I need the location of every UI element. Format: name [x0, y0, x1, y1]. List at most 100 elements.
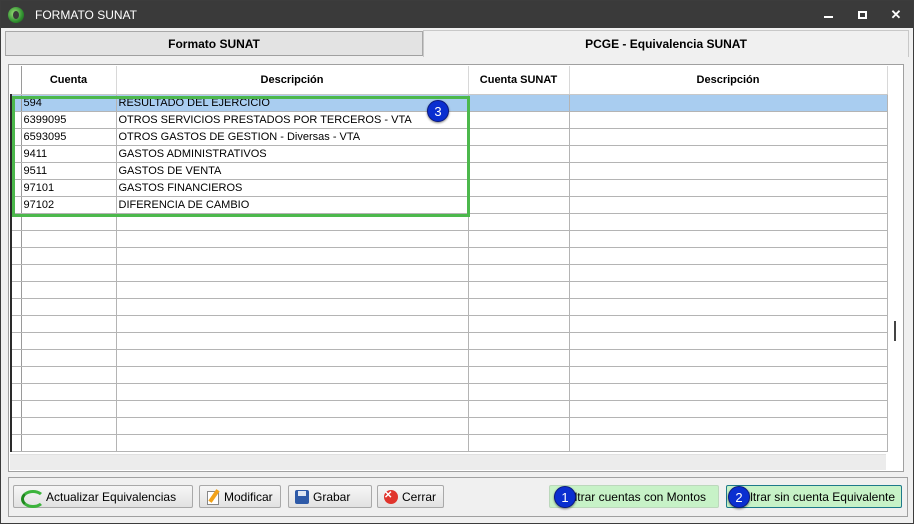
cell-descripcion[interactable]: OTROS SERVICIOS PRESTADOS POR TERCEROS -…	[116, 111, 469, 129]
cell-descripcion-sunat[interactable]	[569, 383, 888, 401]
cell-cuenta-sunat[interactable]	[468, 230, 570, 248]
vertical-scrollbar-thumb[interactable]	[894, 321, 896, 341]
cell-descripcion[interactable]	[116, 264, 469, 282]
row-header[interactable]	[10, 196, 22, 214]
cell-descripcion[interactable]	[116, 315, 469, 333]
row-header[interactable]	[10, 128, 22, 146]
row-header[interactable]	[10, 332, 22, 350]
cell-cuenta-sunat[interactable]	[468, 281, 570, 299]
cell-descripcion[interactable]	[116, 383, 469, 401]
cell-descripcion-sunat[interactable]	[569, 179, 888, 197]
cell-cuenta-sunat[interactable]	[468, 434, 570, 452]
cell-descripcion[interactable]: OTROS GASTOS DE GESTION - Diversas - VTA	[116, 128, 469, 146]
column-header-cuenta-sunat[interactable]: Cuenta SUNAT	[468, 66, 570, 95]
empty-table-row[interactable]	[10, 298, 888, 316]
cell-cuenta-sunat[interactable]	[468, 417, 570, 435]
cell-descripcion[interactable]	[116, 247, 469, 265]
table-row[interactable]: 97102 DIFERENCIA DE CAMBIO	[10, 196, 888, 214]
close-button[interactable]: ✕	[879, 1, 913, 28]
cell-descripcion[interactable]: GASTOS DE VENTA	[116, 162, 469, 180]
cell-descripcion-sunat[interactable]	[569, 128, 888, 146]
cell-cuenta[interactable]: 97101	[21, 179, 117, 197]
cell-descripcion[interactable]	[116, 281, 469, 299]
cell-cuenta[interactable]	[21, 417, 117, 435]
cell-cuenta-sunat[interactable]	[468, 349, 570, 367]
table-row[interactable]: 594 RESULTADO DEL EJERCICIO	[10, 94, 888, 112]
cell-cuenta[interactable]	[21, 434, 117, 452]
empty-table-row[interactable]	[10, 247, 888, 265]
cell-cuenta[interactable]	[21, 383, 117, 401]
cell-cuenta[interactable]	[21, 281, 117, 299]
row-header[interactable]	[10, 111, 22, 129]
cell-descripcion[interactable]: GASTOS ADMINISTRATIVOS	[116, 145, 469, 163]
cell-cuenta[interactable]: 9411	[21, 145, 117, 163]
cell-descripcion[interactable]	[116, 366, 469, 384]
cell-descripcion-sunat[interactable]	[569, 332, 888, 350]
cell-cuenta[interactable]	[21, 315, 117, 333]
empty-table-row[interactable]	[10, 434, 888, 452]
cell-cuenta[interactable]: 6399095	[21, 111, 117, 129]
modificar-button[interactable]: Modificar	[199, 485, 281, 508]
table-row[interactable]: 6399095 OTROS SERVICIOS PRESTADOS POR TER…	[10, 111, 888, 129]
grabar-button[interactable]: Grabar	[288, 485, 372, 508]
cell-descripcion[interactable]	[116, 417, 469, 435]
cell-cuenta-sunat[interactable]	[468, 162, 570, 180]
cell-descripcion[interactable]	[116, 298, 469, 316]
row-header[interactable]	[10, 315, 22, 333]
row-header[interactable]	[10, 162, 22, 180]
cell-descripcion-sunat[interactable]	[569, 247, 888, 265]
cell-descripcion[interactable]	[116, 400, 469, 418]
cell-cuenta[interactable]	[21, 298, 117, 316]
cell-cuenta-sunat[interactable]	[468, 264, 570, 282]
row-header[interactable]	[10, 434, 22, 452]
cell-cuenta[interactable]	[21, 332, 117, 350]
cell-cuenta[interactable]	[21, 400, 117, 418]
cell-descripcion-sunat[interactable]	[569, 213, 888, 231]
title-bar[interactable]: FORMATO SUNAT ✕	[1, 1, 913, 28]
cell-cuenta-sunat[interactable]	[468, 383, 570, 401]
empty-table-row[interactable]	[10, 383, 888, 401]
row-header[interactable]	[10, 145, 22, 163]
cell-cuenta-sunat[interactable]	[468, 213, 570, 231]
cell-cuenta-sunat[interactable]	[468, 298, 570, 316]
cell-cuenta-sunat[interactable]	[468, 332, 570, 350]
minimize-button[interactable]	[811, 1, 845, 28]
cell-cuenta[interactable]: 6593095	[21, 128, 117, 146]
row-header[interactable]	[10, 213, 22, 231]
empty-table-row[interactable]	[10, 417, 888, 435]
cell-cuenta-sunat[interactable]	[468, 111, 570, 129]
empty-table-row[interactable]	[10, 230, 888, 248]
cell-descripcion-sunat[interactable]	[569, 417, 888, 435]
cell-descripcion-sunat[interactable]	[569, 434, 888, 452]
cell-descripcion-sunat[interactable]	[569, 145, 888, 163]
cell-cuenta-sunat[interactable]	[468, 366, 570, 384]
tab-formato-sunat[interactable]: Formato SUNAT	[5, 31, 423, 56]
row-header[interactable]	[10, 247, 22, 265]
row-header[interactable]	[10, 417, 22, 435]
row-header[interactable]	[10, 349, 22, 367]
tab-pcge-equivalencia-sunat[interactable]: PCGE - Equivalencia SUNAT	[423, 30, 909, 57]
cell-descripcion-sunat[interactable]	[569, 162, 888, 180]
cell-cuenta[interactable]: 594	[21, 94, 117, 112]
cell-cuenta[interactable]: 9511	[21, 162, 117, 180]
cell-descripcion-sunat[interactable]	[569, 366, 888, 384]
cell-descripcion[interactable]	[116, 349, 469, 367]
cell-cuenta-sunat[interactable]	[468, 400, 570, 418]
table-row[interactable]: 97101 GASTOS FINANCIEROS	[10, 179, 888, 197]
cell-cuenta-sunat[interactable]	[468, 247, 570, 265]
cell-descripcion-sunat[interactable]	[569, 264, 888, 282]
cell-descripcion-sunat[interactable]	[569, 298, 888, 316]
cell-cuenta-sunat[interactable]	[468, 128, 570, 146]
cerrar-button[interactable]: ✕ Cerrar	[377, 485, 444, 508]
table-row[interactable]: 9411 GASTOS ADMINISTRATIVOS	[10, 145, 888, 163]
row-header[interactable]	[10, 264, 22, 282]
cell-descripcion-sunat[interactable]	[569, 349, 888, 367]
table-row[interactable]: 6593095 OTROS GASTOS DE GESTION - Diversa…	[10, 128, 888, 146]
cell-cuenta[interactable]	[21, 230, 117, 248]
empty-table-row[interactable]	[10, 315, 888, 333]
cell-descripcion-sunat[interactable]	[569, 400, 888, 418]
empty-table-row[interactable]	[10, 281, 888, 299]
maximize-button[interactable]	[845, 1, 879, 28]
column-header-descripcion[interactable]: Descripción	[116, 66, 469, 95]
cell-cuenta-sunat[interactable]	[468, 315, 570, 333]
